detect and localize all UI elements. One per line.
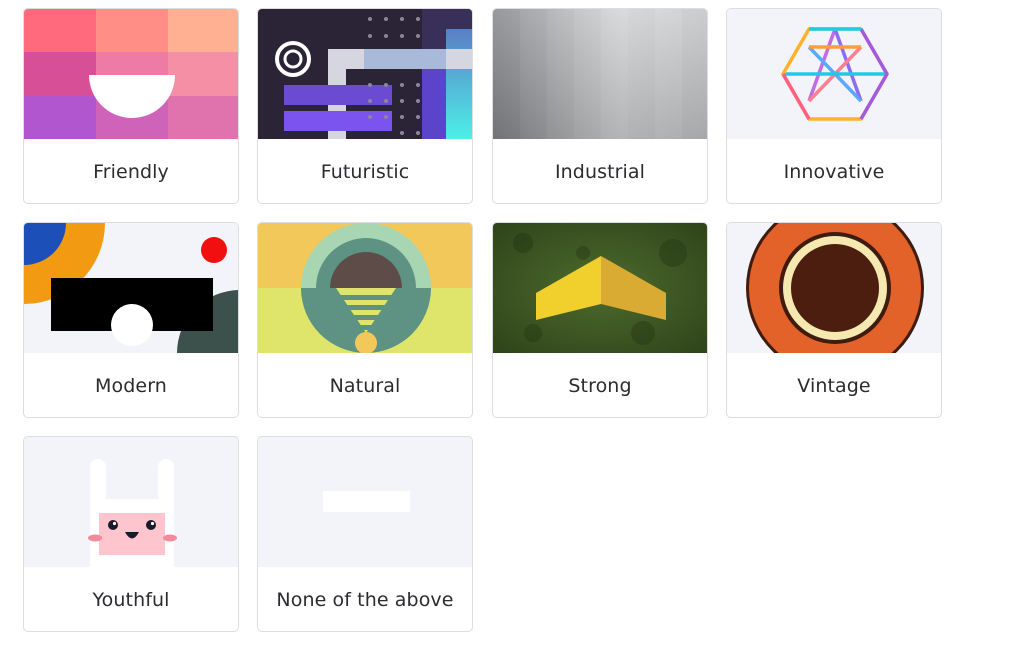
style-label: None of the above — [276, 589, 454, 611]
style-label: Innovative — [783, 161, 885, 183]
style-label: Strong — [568, 375, 632, 397]
style-card-futuristic[interactable]: Futuristic — [257, 8, 473, 204]
style-label: Futuristic — [320, 161, 410, 183]
style-label: Friendly — [93, 161, 169, 183]
youthful-art-icon — [24, 437, 238, 567]
style-label: Modern — [95, 375, 167, 397]
style-label: Natural — [329, 375, 401, 397]
friendly-art-icon — [24, 9, 238, 139]
style-card-vintage[interactable]: Vintage — [726, 222, 942, 418]
style-label: Industrial — [554, 161, 646, 183]
modern-art-icon — [24, 223, 238, 353]
style-label: Vintage — [797, 375, 871, 397]
style-options-grid: Friendly Futuristic Industrial Innovativ… — [23, 8, 945, 638]
futuristic-art-icon — [258, 9, 472, 139]
style-card-strong[interactable]: Strong — [492, 222, 708, 418]
style-card-none[interactable]: None of the above — [257, 436, 473, 632]
strong-art-icon — [493, 223, 707, 353]
style-card-innovative[interactable]: Innovative — [726, 8, 942, 204]
innovative-art-icon — [727, 9, 941, 139]
blank-art-icon — [258, 437, 472, 567]
natural-art-icon — [258, 223, 472, 353]
style-card-modern[interactable]: Modern — [23, 222, 239, 418]
style-card-industrial[interactable]: Industrial — [492, 8, 708, 204]
style-card-friendly[interactable]: Friendly — [23, 8, 239, 204]
vintage-art-icon — [727, 223, 941, 353]
industrial-art-icon — [493, 9, 707, 139]
style-card-youthful[interactable]: Youthful — [23, 436, 239, 632]
style-card-natural[interactable]: Natural — [257, 222, 473, 418]
style-label: Youthful — [92, 589, 170, 611]
